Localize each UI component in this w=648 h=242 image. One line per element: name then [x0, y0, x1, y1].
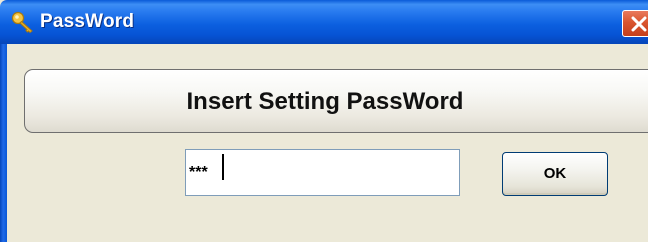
text-caret: [222, 154, 224, 180]
title-bar[interactable]: PassWord: [0, 0, 648, 44]
close-button[interactable]: [622, 10, 648, 37]
password-input[interactable]: [185, 149, 460, 196]
ok-button[interactable]: OK: [502, 152, 608, 196]
window-frame-left: [0, 44, 7, 242]
password-dialog: PassWord Insert Setting PassWord OK: [0, 0, 648, 242]
prompt-text: Insert Setting PassWord: [186, 88, 464, 115]
key-icon: [11, 11, 35, 34]
prompt-banner: Insert Setting PassWord: [24, 69, 648, 133]
window-title: PassWord: [40, 11, 135, 32]
close-icon: [631, 16, 647, 32]
